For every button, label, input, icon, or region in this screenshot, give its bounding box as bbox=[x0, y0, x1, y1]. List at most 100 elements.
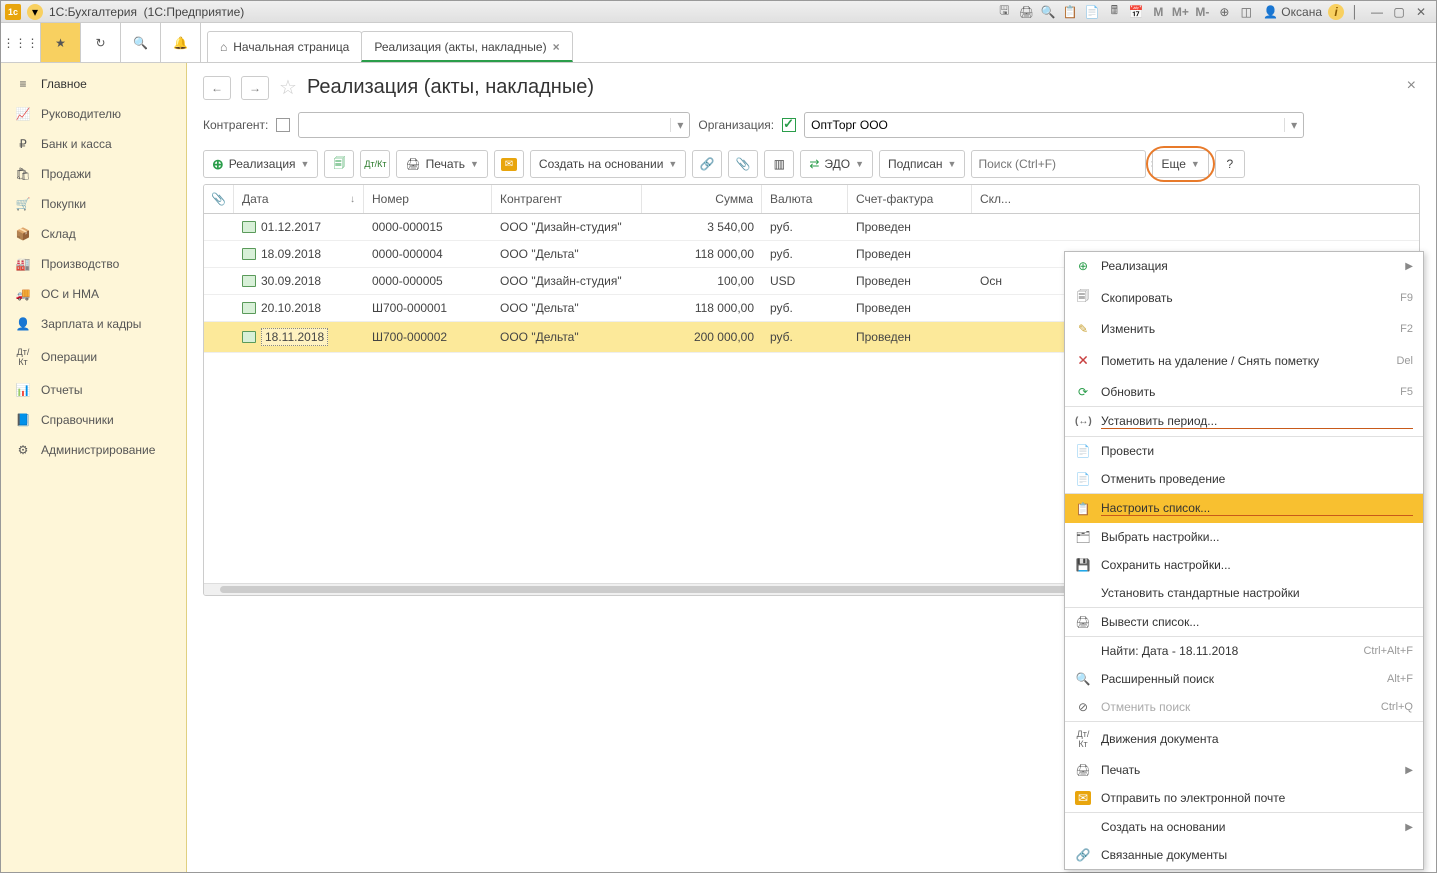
col-currency[interactable]: Валюта bbox=[762, 185, 848, 213]
menu-item-unpost[interactable]: 📄Отменить проведение bbox=[1065, 465, 1423, 493]
col-contractor[interactable]: Контрагент bbox=[492, 185, 642, 213]
menu-item-copy[interactable]: 🗐СкопироватьF9 bbox=[1065, 280, 1423, 315]
sidebar-item-sales[interactable]: 🛍Продажи bbox=[1, 159, 186, 189]
close-page-button[interactable]: × bbox=[1407, 77, 1416, 95]
memory-mminus-button[interactable]: М- bbox=[1193, 3, 1211, 21]
menu-item-post[interactable]: 📄Провести bbox=[1065, 437, 1423, 465]
signed-filter-button[interactable]: Подписан▼ bbox=[879, 150, 965, 178]
cell-storage bbox=[972, 248, 1032, 260]
contractor-combo[interactable]: ▾ bbox=[298, 112, 690, 138]
close-window-button[interactable]: ✕ bbox=[1412, 3, 1430, 21]
menu-item-advanced-search[interactable]: 🔍Расширенный поискAlt+F bbox=[1065, 665, 1423, 693]
search-input[interactable]: × bbox=[971, 150, 1146, 178]
linked-button[interactable]: 🔗 bbox=[692, 150, 722, 178]
sidebar-item-bank[interactable]: ₽Банк и касса bbox=[1, 129, 186, 159]
menu-item-save-settings[interactable]: 💾Сохранить настройки... bbox=[1065, 551, 1423, 579]
search-icon: 🔍 bbox=[1075, 672, 1091, 686]
search-field[interactable] bbox=[972, 157, 1139, 171]
col-sum[interactable]: Сумма bbox=[642, 185, 762, 213]
user-label[interactable]: 👤 Оксана bbox=[1263, 5, 1322, 19]
col-date[interactable]: Дата↓ bbox=[234, 185, 364, 213]
nav-forward-button[interactable]: → bbox=[241, 76, 269, 100]
edo-button[interactable]: ⇄ЭДО▼ bbox=[800, 150, 873, 178]
col-storage[interactable]: Скл... bbox=[972, 185, 1032, 213]
preview-icon[interactable]: 🔍 bbox=[1039, 3, 1057, 21]
sidebar-item-catalogs[interactable]: 📘Справочники bbox=[1, 405, 186, 435]
sidebar-item-purchases[interactable]: 🛒Покупки bbox=[1, 189, 186, 219]
memory-mplus-button[interactable]: М+ bbox=[1171, 3, 1189, 21]
app-menu-dropdown[interactable]: ▾ bbox=[27, 4, 43, 20]
document-icon bbox=[242, 275, 256, 287]
sidebar-item-salary[interactable]: 👤Зарплата и кадры bbox=[1, 309, 186, 339]
email-button[interactable]: ✉ bbox=[494, 150, 524, 178]
nav-back-button[interactable]: ← bbox=[203, 76, 231, 100]
barchart-icon: 📊 bbox=[15, 383, 31, 397]
menu-item-choose-settings[interactable]: 🗂Выбрать настройки... bbox=[1065, 523, 1423, 551]
memory-m-button[interactable]: М bbox=[1149, 3, 1167, 21]
sidebar-item-operations[interactable]: Дт/КтОперации bbox=[1, 339, 186, 375]
history-icon[interactable]: ↻ bbox=[81, 23, 121, 62]
sidebar-item-assets[interactable]: 🚚ОС и НМА bbox=[1, 279, 186, 309]
tab-close-icon[interactable]: × bbox=[553, 40, 560, 54]
organization-filter-checkbox[interactable] bbox=[782, 118, 796, 132]
save-icon[interactable]: 🖫 bbox=[995, 3, 1013, 21]
menu-item-find[interactable]: Найти: Дата - 18.11.2018Ctrl+Alt+F bbox=[1065, 637, 1423, 665]
menu-item-realization[interactable]: ⊕Реализация▶ bbox=[1065, 252, 1423, 280]
apps-grid-icon[interactable]: ⋮⋮⋮ bbox=[1, 23, 41, 62]
favorite-page-icon[interactable]: ☆ bbox=[279, 75, 297, 100]
zoom-icon[interactable]: ⊕ bbox=[1215, 3, 1233, 21]
print-button[interactable]: 🖨Печать▼ bbox=[396, 150, 487, 178]
print-icon[interactable]: 🖨 bbox=[1017, 3, 1035, 21]
help-button[interactable]: ? bbox=[1215, 150, 1245, 178]
paperclip-icon: 📎 bbox=[211, 192, 226, 206]
menu-item-configure-list[interactable]: 📋Настроить список... bbox=[1065, 494, 1423, 523]
col-attachment[interactable]: 📎 bbox=[204, 185, 234, 213]
cell-attach bbox=[204, 331, 234, 343]
chart-icon: 📈 bbox=[15, 107, 31, 121]
menu-item-export-list[interactable]: 🖨Вывести список... bbox=[1065, 608, 1423, 636]
clipboard-icon[interactable]: 📄 bbox=[1083, 3, 1101, 21]
delete-mark-icon: 🗙 bbox=[1075, 350, 1091, 371]
guide-button[interactable]: ▥ bbox=[764, 150, 794, 178]
notifications-icon[interactable]: 🔔 bbox=[161, 23, 201, 62]
menu-item-create-based-on[interactable]: Создать на основании▶ bbox=[1065, 813, 1423, 841]
compare-icon[interactable]: 📋 bbox=[1061, 3, 1079, 21]
sidebar-item-admin[interactable]: ⚙Администрирование bbox=[1, 435, 186, 465]
panels-icon[interactable]: ◫ bbox=[1237, 3, 1255, 21]
favorites-icon[interactable]: ★ bbox=[41, 23, 81, 62]
sidebar-item-production[interactable]: 🏭Производство bbox=[1, 249, 186, 279]
menu-item-edit[interactable]: ✎ИзменитьF2 bbox=[1065, 315, 1423, 343]
maximize-button[interactable]: ▢ bbox=[1390, 3, 1408, 21]
sidebar-item-reports[interactable]: 📊Отчеты bbox=[1, 375, 186, 405]
minimize-button[interactable]: — bbox=[1368, 3, 1386, 21]
sidebar-item-main[interactable]: ≡Главное bbox=[1, 69, 186, 99]
info-icon[interactable]: i bbox=[1328, 4, 1344, 20]
menu-item-print[interactable]: 🖨Печать▶ bbox=[1065, 756, 1423, 784]
menu-item-linked-docs[interactable]: 🔗Связанные документы bbox=[1065, 841, 1423, 869]
more-button[interactable]: Еще▼ bbox=[1152, 150, 1208, 178]
menu-item-email[interactable]: ✉Отправить по электронной почте bbox=[1065, 784, 1423, 812]
sidebar-item-warehouse[interactable]: 📦Склад bbox=[1, 219, 186, 249]
col-number[interactable]: Номер bbox=[364, 185, 492, 213]
contractor-filter-checkbox[interactable] bbox=[276, 118, 290, 132]
cell-sum: 118 000,00 bbox=[642, 241, 762, 267]
menu-item-mark-delete[interactable]: 🗙Пометить на удаление / Снять пометкуDel bbox=[1065, 343, 1423, 378]
create-based-on-button[interactable]: Создать на основании▼ bbox=[530, 150, 686, 178]
menu-item-movements[interactable]: Дт/КтДвижения документа bbox=[1065, 722, 1423, 756]
menu-item-standard-settings[interactable]: Установить стандартные настройки bbox=[1065, 579, 1423, 607]
copy-button[interactable]: 🗐 bbox=[324, 150, 354, 178]
col-invoice[interactable]: Счет-фактура bbox=[848, 185, 972, 213]
tab-home[interactable]: ⌂ Начальная страница bbox=[207, 31, 362, 62]
sidebar-item-manager[interactable]: 📈Руководителю bbox=[1, 99, 186, 129]
calendar-icon[interactable]: 📅 bbox=[1127, 3, 1145, 21]
tab-realization[interactable]: Реализация (акты, накладные) × bbox=[361, 31, 572, 62]
create-realization-button[interactable]: ⊕Реализация▼ bbox=[203, 150, 318, 178]
search-icon[interactable]: 🔍 bbox=[121, 23, 161, 62]
organization-combo[interactable]: ОптТорг ООО▾ bbox=[804, 112, 1304, 138]
calculator-icon[interactable]: 🖩 bbox=[1105, 3, 1123, 21]
menu-item-refresh[interactable]: ⟳ОбновитьF5 bbox=[1065, 378, 1423, 406]
movements-button[interactable]: Дт/Кт bbox=[360, 150, 390, 178]
menu-item-set-period[interactable]: (↔)Установить период... bbox=[1065, 407, 1423, 436]
attach-button[interactable]: 📎 bbox=[728, 150, 758, 178]
table-row[interactable]: 01.12.20170000-000015ООО "Дизайн-студия"… bbox=[204, 214, 1419, 241]
